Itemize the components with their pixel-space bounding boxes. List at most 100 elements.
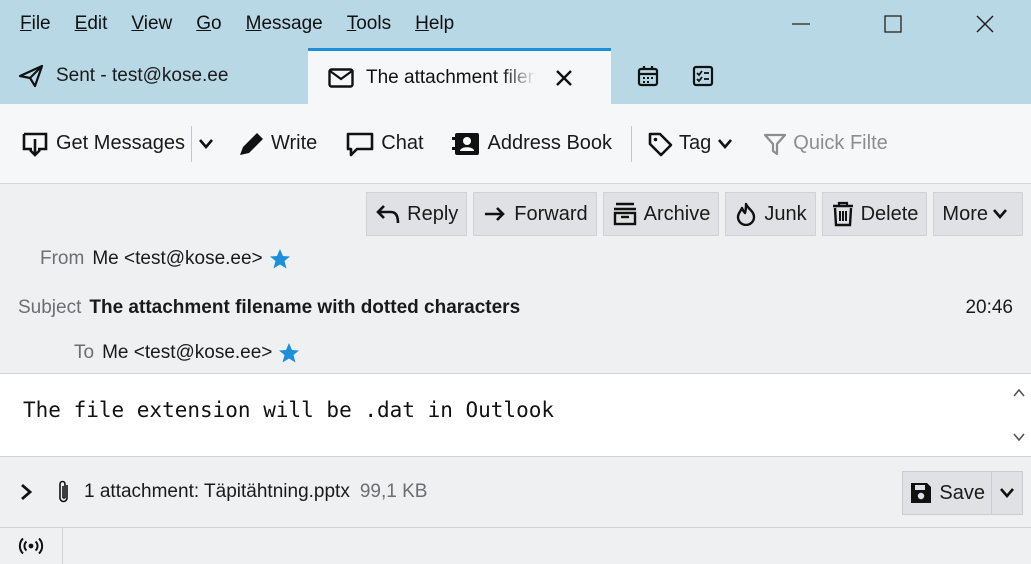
minimize-icon — [792, 23, 810, 25]
delete-label: Delete — [860, 202, 919, 225]
reply-icon — [376, 205, 400, 224]
menu-message-accesskey: M — [245, 13, 262, 34]
chevron-down-icon — [198, 138, 213, 149]
menu-view-accesskey: V — [131, 13, 144, 34]
message-body[interactable]: The file extension will be .dat in Outlo… — [0, 373, 1031, 456]
chat-button[interactable]: Chat — [336, 122, 432, 166]
message-time: 20:46 — [965, 297, 1013, 318]
junk-button[interactable]: Junk — [725, 192, 816, 236]
tasks-tab-button[interactable] — [685, 58, 721, 94]
main-toolbar: Get Messages Write Chat Address Book Tag… — [0, 104, 1031, 184]
menu-file-accesskey: F — [20, 13, 32, 34]
title-bar: File Edit View Go Message Tools Help Sen… — [0, 0, 1031, 104]
tab-close-button[interactable] — [554, 68, 574, 88]
save-button[interactable]: Save — [903, 472, 992, 514]
scroll-down-icon[interactable] — [1012, 432, 1026, 442]
chevron-down-icon — [1000, 488, 1014, 498]
menu-go[interactable]: Go — [196, 13, 221, 35]
menu-edit[interactable]: Edit — [75, 13, 108, 35]
window-controls — [755, 0, 1031, 48]
address-book-icon — [451, 132, 479, 155]
header-action-buttons: Reply Forward Archive Junk Delete More — [366, 192, 1023, 236]
attachment-bar: 1 attachment: Täpitähtning.pptx 99,1 KB … — [0, 456, 1031, 528]
more-label: More — [942, 202, 988, 225]
envelope-icon — [328, 67, 354, 88]
star-icon[interactable] — [278, 342, 300, 364]
save-button-group: Save — [902, 471, 1023, 515]
close-icon — [556, 69, 572, 86]
close-window-button[interactable] — [939, 0, 1031, 48]
write-button[interactable]: Write — [228, 122, 326, 166]
attachment-summary: 1 attachment: Täpitähtning.pptx — [84, 481, 350, 502]
chat-icon — [346, 132, 374, 156]
close-icon — [976, 15, 994, 33]
online-status-icon[interactable] — [18, 534, 44, 558]
get-messages-button[interactable]: Get Messages — [0, 122, 189, 166]
tab-message[interactable]: The attachment filename with dotted char… — [308, 48, 611, 104]
maximize-icon — [884, 15, 902, 33]
chat-label: Chat — [381, 132, 424, 154]
menu-help-accesskey: H — [415, 13, 429, 34]
tab-strip: Sent - test@kose.ee The attachment filen… — [0, 48, 1031, 104]
star-icon[interactable] — [269, 248, 291, 270]
status-separator — [62, 528, 63, 564]
toolbar-separator — [190, 125, 192, 162]
menu-file[interactable]: File — [20, 13, 51, 35]
trash-icon — [832, 201, 853, 227]
flame-icon — [737, 202, 756, 226]
archive-icon — [613, 202, 636, 226]
menu-help[interactable]: Help — [415, 13, 454, 35]
more-button[interactable]: More — [933, 192, 1023, 236]
to-value[interactable]: Me <test@kose.ee> — [102, 342, 272, 364]
menu-tools[interactable]: Tools — [347, 13, 391, 35]
forward-arrow-icon — [485, 207, 506, 221]
maximize-button[interactable] — [847, 0, 939, 48]
scroll-up-icon[interactable] — [1012, 388, 1026, 398]
tab-sent-label: Sent - test@kose.ee — [56, 65, 229, 86]
from-label: From — [40, 248, 85, 269]
menu-edit-accesskey: E — [74, 13, 88, 34]
menu-view[interactable]: View — [131, 13, 172, 35]
to-row: To Me <test@kose.ee> — [74, 342, 300, 364]
archive-label: Archive — [643, 202, 711, 225]
quick-filter-button[interactable]: Quick Filte — [754, 122, 896, 166]
delete-button[interactable]: Delete — [821, 192, 928, 236]
save-icon — [911, 483, 932, 503]
attachment-toggle[interactable]: 1 attachment: Täpitähtning.pptx 99,1 KB — [18, 479, 427, 505]
reply-button[interactable]: Reply — [366, 192, 468, 236]
get-messages-label: Get Messages — [56, 132, 185, 154]
tasks-icon — [692, 65, 714, 87]
calendar-tab-button[interactable] — [630, 58, 666, 94]
forward-button[interactable]: Forward — [473, 192, 597, 236]
toolbar-separator — [631, 125, 633, 162]
menu-message-label: essage — [261, 13, 323, 34]
message-body-text: The file extension will be .dat in Outlo… — [23, 398, 555, 422]
archive-button[interactable]: Archive — [602, 192, 720, 236]
menu-file-label: ile — [31, 13, 51, 34]
tag-icon — [648, 132, 673, 156]
get-messages-dropdown[interactable] — [194, 122, 228, 166]
menu-view-label: iew — [143, 13, 173, 34]
message-header: Reply Forward Archive Junk Delete More F… — [0, 184, 1031, 373]
menu-go-accesskey: G — [196, 13, 212, 34]
tag-button[interactable]: Tag — [638, 122, 748, 166]
chevron-right-icon — [21, 483, 33, 501]
save-dropdown[interactable] — [992, 472, 1022, 514]
body-scrollbar[interactable] — [1009, 374, 1031, 457]
quick-filter-label: Quick Filte — [793, 132, 888, 154]
menu-message[interactable]: Message — [246, 13, 323, 35]
calendar-icon — [637, 66, 659, 87]
paperclip-icon — [59, 480, 68, 503]
filter-icon — [764, 133, 787, 155]
address-book-label: Address Book — [487, 132, 613, 154]
address-book-button[interactable]: Address Book — [443, 122, 622, 166]
from-value[interactable]: Me <test@kose.ee> — [92, 248, 262, 270]
chevron-down-icon — [718, 138, 733, 149]
write-label: Write — [270, 132, 318, 154]
minimize-button[interactable] — [755, 0, 847, 48]
tab-message-label: The attachment filename with dotted char… — [366, 66, 536, 88]
tab-sent[interactable]: Sent - test@kose.ee — [18, 48, 308, 104]
subject-row: Subject The attachment filename with dot… — [18, 297, 520, 319]
junk-label: Junk — [764, 202, 807, 225]
pen-icon — [239, 132, 263, 155]
